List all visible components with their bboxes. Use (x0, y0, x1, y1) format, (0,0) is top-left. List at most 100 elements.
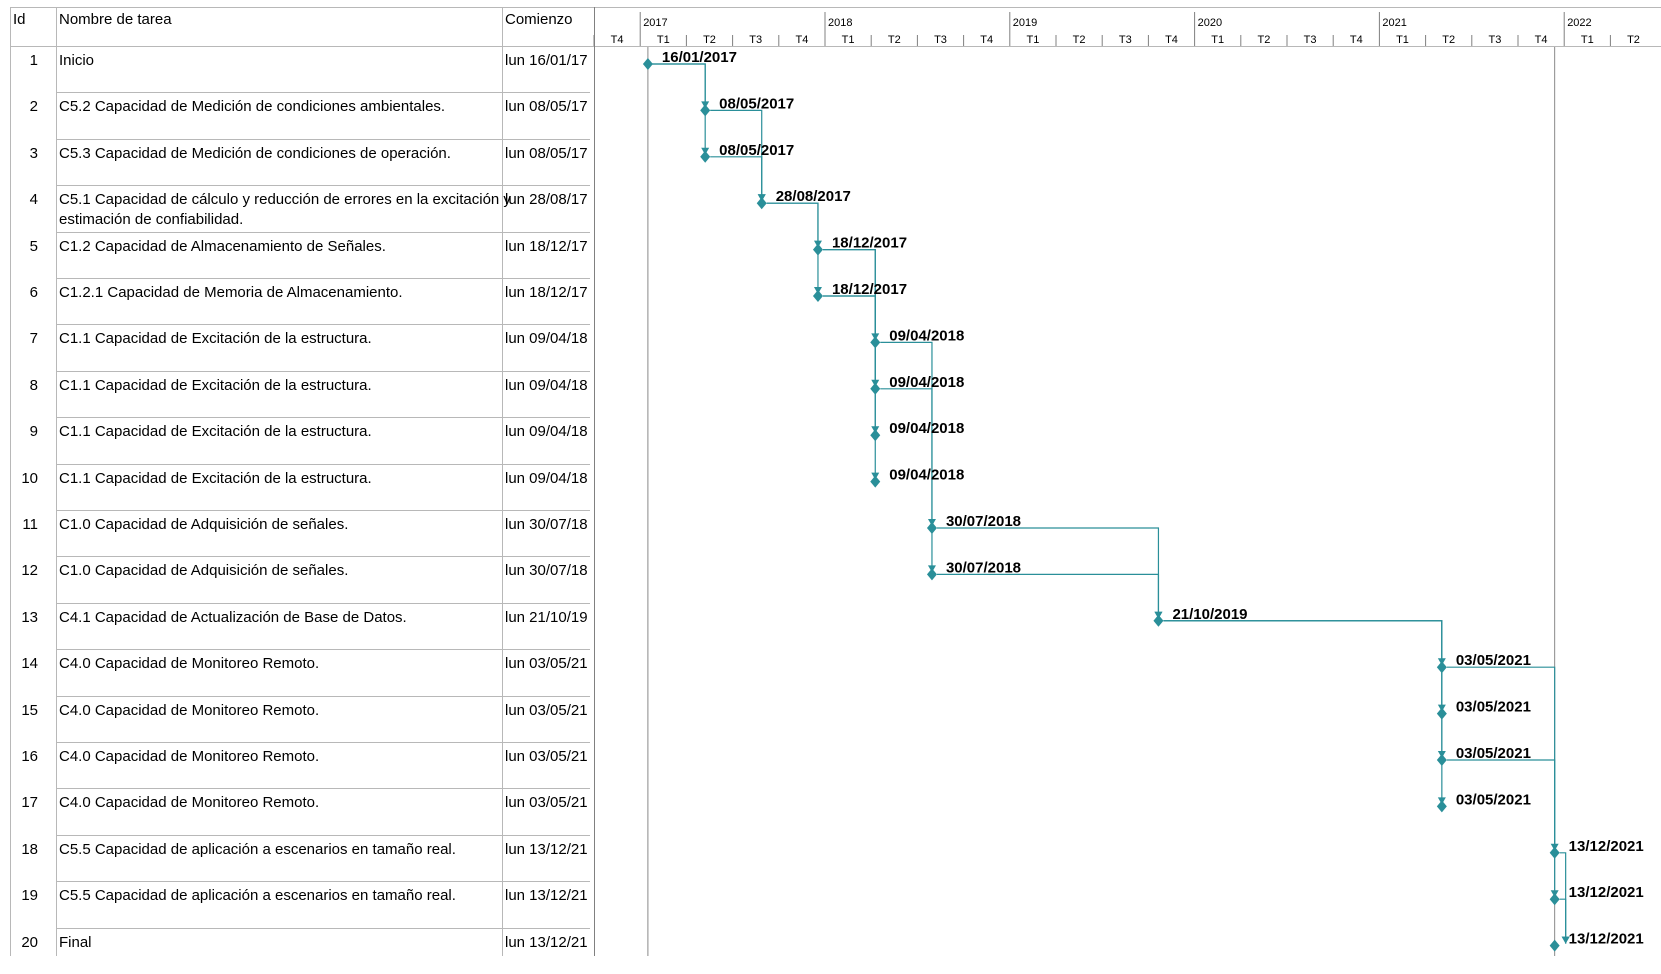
task-name[interactable]: C1.2.1 Capacidad de Memoria de Almacenam… (59, 283, 403, 302)
task-name[interactable]: Inicio (59, 51, 94, 70)
task-id: 14 (21, 655, 38, 673)
task-start-date[interactable]: lun 09/04/18 (505, 422, 588, 441)
task-start-date[interactable]: lun 08/05/17 (505, 97, 588, 116)
quarter-label: T2 (888, 34, 901, 46)
task-start-date[interactable]: lun 03/05/21 (505, 747, 588, 766)
task-start-date[interactable]: lun 08/05/17 (505, 144, 588, 163)
task-name[interactable]: C4.0 Capacidad de Monitoreo Remoto. (59, 793, 319, 812)
dependency-link (647, 63, 706, 155)
task-start-date[interactable]: lun 13/12/21 (505, 933, 588, 952)
year-label: 2017 (643, 17, 667, 29)
row-divider (56, 788, 590, 790)
milestone-marker[interactable] (1436, 661, 1447, 674)
milestone-marker[interactable] (642, 58, 653, 70)
row-divider (56, 602, 590, 604)
quarter-label: T4 (980, 34, 993, 46)
milestone-marker[interactable] (870, 336, 881, 349)
task-start-date[interactable]: lun 09/04/18 (505, 469, 588, 488)
milestone-marker[interactable] (870, 382, 881, 395)
task-name[interactable]: C1.1 Capacidad de Excitación de la estru… (59, 422, 372, 441)
milestone-marker[interactable] (700, 104, 711, 117)
milestone-marker[interactable] (756, 197, 767, 210)
milestone-date-label: 16/01/2017 (662, 49, 737, 66)
milestone-marker[interactable] (1549, 846, 1560, 859)
dependency-link (1163, 620, 1443, 712)
header-start[interactable]: Comienzo (505, 10, 573, 29)
task-id: 17 (21, 794, 38, 812)
task-name[interactable]: C5.3 Capacidad de Medición de condicione… (59, 144, 451, 163)
task-name[interactable]: C1.0 Capacidad de Adquisición de señales… (59, 561, 348, 580)
milestone-marker[interactable] (812, 290, 823, 302)
milestone-marker[interactable] (926, 568, 937, 581)
task-name[interactable]: C4.0 Capacidad de Monitoreo Remoto. (59, 701, 319, 720)
quarter-label: T2 (1627, 34, 1640, 46)
milestone-marker[interactable] (1549, 893, 1560, 906)
table-row[interactable] (10, 928, 590, 974)
year-label: 2019 (1013, 17, 1037, 29)
milestone-marker[interactable] (1436, 754, 1447, 766)
row-divider (56, 556, 590, 558)
task-start-date[interactable]: lun 28/08/17 (505, 190, 588, 209)
task-id: 1 (29, 52, 38, 69)
milestone-marker[interactable] (870, 475, 881, 488)
task-name[interactable]: C1.1 Capacidad de Excitación de la estru… (59, 329, 372, 348)
dependency-link (822, 295, 876, 480)
task-id: 4 (29, 191, 38, 209)
milestone-marker[interactable] (1436, 707, 1447, 720)
milestone-marker[interactable] (812, 243, 823, 256)
task-id: 18 (21, 840, 38, 858)
task-start-date[interactable]: lun 09/04/18 (505, 376, 588, 395)
task-start-date[interactable]: lun 13/12/21 (505, 840, 588, 859)
task-name[interactable]: C1.0 Capacidad de Adquisición de señales… (59, 515, 348, 534)
row-divider (56, 278, 590, 279)
dependency-link (766, 202, 819, 294)
quarter-label: T1 (1396, 34, 1409, 46)
task-name[interactable]: C5.5 Capacidad de aplicación a escenario… (59, 840, 456, 859)
task-start-date[interactable]: lun 18/12/17 (505, 283, 588, 302)
task-start-date[interactable]: lun 03/05/21 (505, 793, 588, 812)
task-start-date[interactable]: lun 16/01/17 (505, 51, 588, 70)
task-name[interactable]: C5.2 Capacidad de Medición de condicione… (59, 97, 445, 116)
task-name[interactable]: Final (59, 933, 92, 952)
milestone-marker[interactable] (1153, 614, 1164, 627)
task-start-date[interactable]: lun 21/10/19 (505, 608, 588, 627)
task-name[interactable]: C4.0 Capacidad de Monitoreo Remoto. (59, 747, 319, 766)
header-task-name[interactable]: Nombre de tarea (59, 10, 172, 29)
quarter-label: T1 (842, 34, 855, 46)
task-start-date[interactable]: lun 03/05/21 (505, 654, 588, 673)
task-name[interactable]: C4.1 Capacidad de Actualización de Base … (59, 608, 407, 627)
task-start-date[interactable]: lun 30/07/18 (505, 561, 588, 580)
milestone-marker[interactable] (700, 150, 711, 163)
row-divider (56, 92, 590, 94)
table-row[interactable] (10, 46, 590, 92)
task-start-date[interactable]: lun 18/12/17 (505, 237, 588, 256)
task-id: 10 (21, 469, 38, 487)
task-name[interactable]: C4.0 Capacidad de Monitoreo Remoto. (59, 654, 319, 673)
task-start-date[interactable]: lun 13/12/21 (505, 886, 588, 905)
task-id: 5 (29, 237, 38, 255)
dependency-link (1163, 620, 1443, 758)
task-name-line2[interactable]: estimación de confiabilidad. (59, 210, 243, 229)
task-id: 15 (21, 701, 38, 719)
task-name[interactable]: C1.1 Capacidad de Excitación de la estru… (59, 469, 372, 488)
row-divider (56, 742, 590, 743)
row-divider (56, 881, 590, 883)
task-name[interactable]: C1.1 Capacidad de Excitación de la estru… (59, 376, 372, 395)
milestone-date-label: 03/05/2021 (1456, 652, 1531, 669)
task-start-date[interactable]: lun 30/07/18 (505, 515, 588, 534)
milestone-marker[interactable] (1549, 939, 1560, 952)
task-name[interactable]: C5.1 Capacidad de cálculo y reducción de… (59, 190, 511, 209)
milestone-date-label: 18/12/2017 (832, 281, 907, 298)
quarter-label: T4 (1165, 34, 1178, 46)
quarter-label: T3 (749, 34, 762, 46)
task-start-date[interactable]: lun 09/04/18 (505, 329, 588, 348)
header-id[interactable]: Id (13, 10, 26, 29)
milestone-marker[interactable] (926, 522, 937, 534)
milestone-marker[interactable] (870, 429, 881, 442)
task-name[interactable]: C1.2 Capacidad de Almacenamiento de Seña… (59, 237, 386, 256)
task-start-date[interactable]: lun 03/05/21 (505, 701, 588, 720)
row-divider (56, 138, 590, 140)
task-name[interactable]: C5.5 Capacidad de aplicación a escenario… (59, 886, 456, 905)
row-divider (56, 695, 590, 697)
milestone-marker[interactable] (1436, 800, 1447, 813)
